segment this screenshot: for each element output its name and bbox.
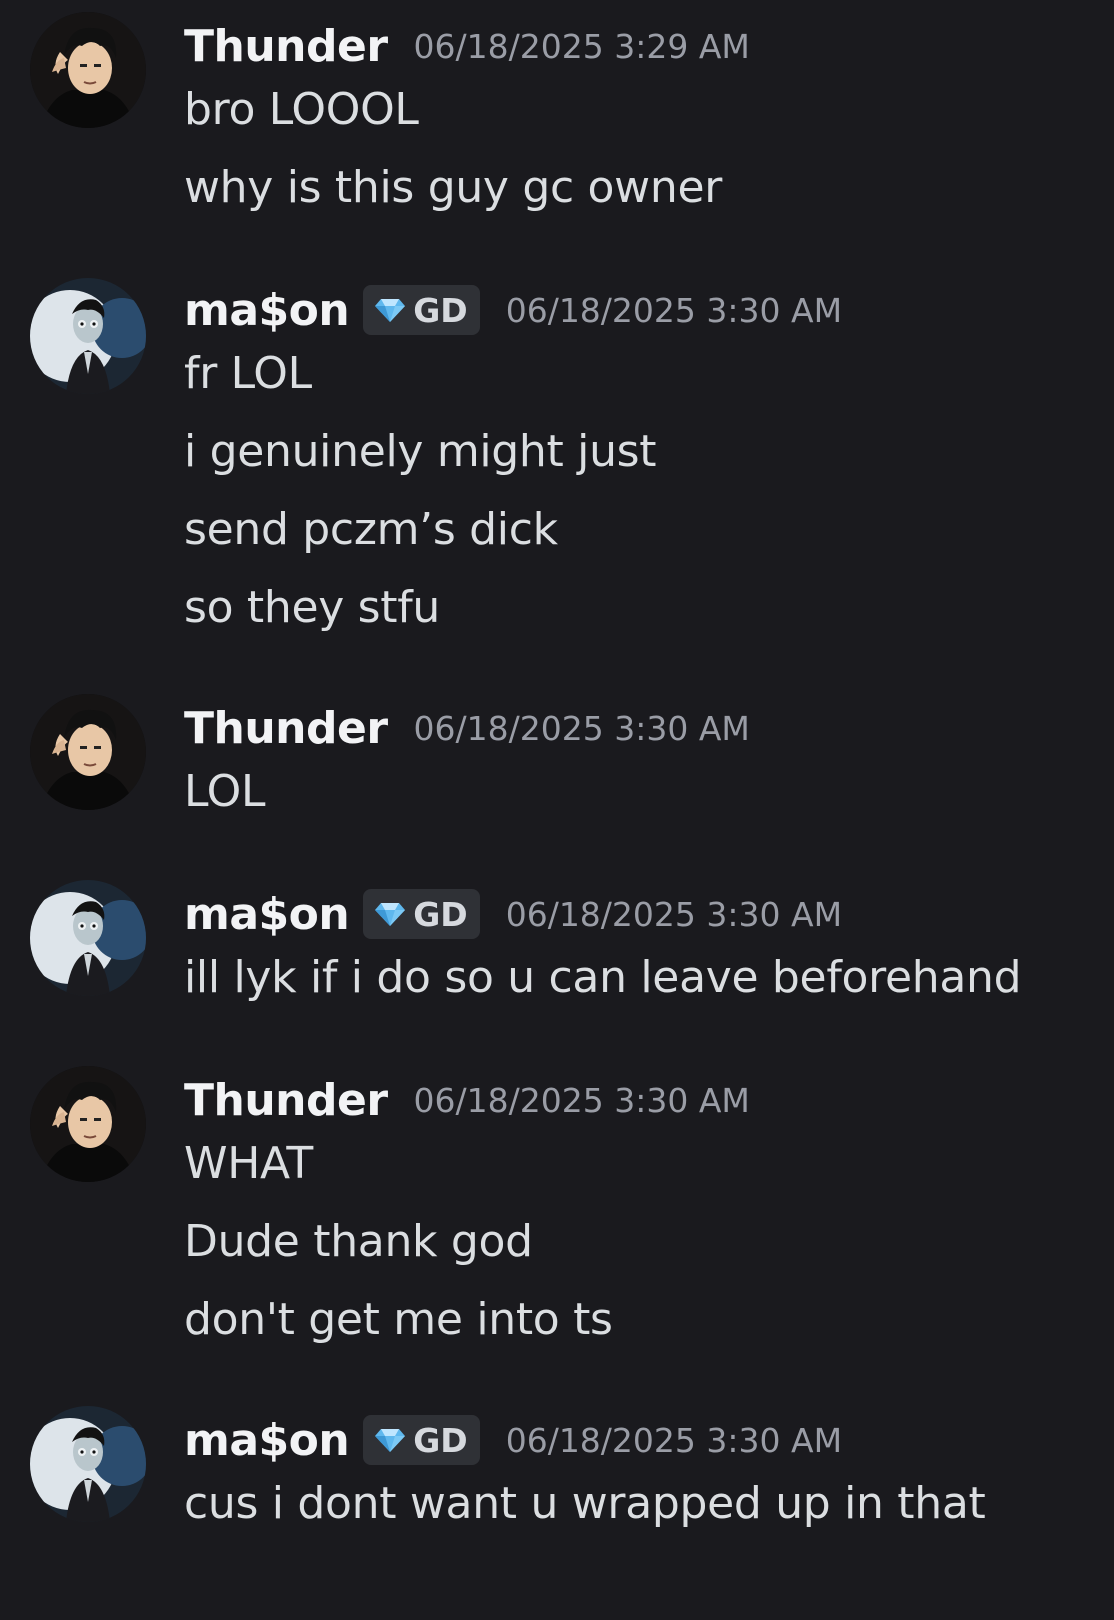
server-tag-badge[interactable]: GD — [363, 889, 480, 939]
message-header: Thunder 06/18/2025 3:30 AM — [184, 1072, 750, 1128]
message-header: ma$on GD 06/18/2025 3:30 AM — [184, 282, 842, 338]
message-header: Thunder 06/18/2025 3:30 AM — [184, 700, 750, 756]
server-tag-label: GD — [413, 1420, 468, 1460]
server-tag-label: GD — [413, 290, 468, 330]
message-header: Thunder 06/18/2025 3:29 AM — [184, 18, 750, 74]
username[interactable]: Thunder — [184, 21, 388, 72]
message-text: cus i dont want u wrapped up in that — [184, 1478, 986, 1529]
server-tag-label: GD — [413, 894, 468, 934]
thunder-avatar-icon[interactable] — [30, 1066, 146, 1182]
message-text: send pczm’s dick — [184, 504, 558, 555]
thunder-avatar-icon[interactable] — [30, 12, 146, 128]
username[interactable]: ma$on — [184, 1415, 350, 1466]
message-text: don't get me into ts — [184, 1294, 613, 1345]
username[interactable]: ma$on — [184, 889, 350, 940]
server-tag-badge[interactable]: GD — [363, 1415, 480, 1465]
message-text: WHAT — [184, 1138, 313, 1189]
mason-avatar-icon[interactable] — [30, 1406, 146, 1522]
message-text: Dude thank god — [184, 1216, 533, 1267]
diamond-icon — [373, 296, 413, 324]
mason-avatar-icon[interactable] — [30, 278, 146, 394]
thunder-avatar-icon[interactable] — [30, 694, 146, 810]
diamond-icon — [373, 900, 413, 928]
message-timestamp: 06/18/2025 3:30 AM — [505, 1420, 843, 1460]
message-text: ill lyk if i do so u can leave beforehan… — [184, 952, 1022, 1003]
username[interactable]: ma$on — [184, 285, 350, 336]
username[interactable]: Thunder — [184, 1075, 388, 1126]
message-text: LOL — [184, 766, 266, 817]
message-header: ma$on GD 06/18/2025 3:30 AM — [184, 886, 842, 942]
message-text: why is this guy gc owner — [184, 162, 723, 213]
username[interactable]: Thunder — [184, 703, 388, 754]
message-timestamp: 06/18/2025 3:30 AM — [505, 894, 843, 934]
server-tag-badge[interactable]: GD — [363, 285, 480, 335]
mason-avatar-icon[interactable] — [30, 880, 146, 996]
message-timestamp: 06/18/2025 3:29 AM — [413, 26, 750, 66]
message-text: fr LOL — [184, 348, 312, 399]
diamond-icon — [373, 1426, 413, 1454]
message-timestamp: 06/18/2025 3:30 AM — [413, 708, 750, 748]
message-timestamp: 06/18/2025 3:30 AM — [413, 1080, 750, 1120]
message-text: so they stfu — [184, 582, 441, 633]
message-header: ma$on GD 06/18/2025 3:30 AM — [184, 1412, 842, 1468]
chat-message-list: Thunder 06/18/2025 3:29 AM bro LOOOL why is… — [0, 0, 1114, 1620]
message-text: bro LOOOL — [184, 84, 419, 135]
message-text: i genuinely might just — [184, 426, 657, 477]
message-timestamp: 06/18/2025 3:30 AM — [505, 290, 843, 330]
